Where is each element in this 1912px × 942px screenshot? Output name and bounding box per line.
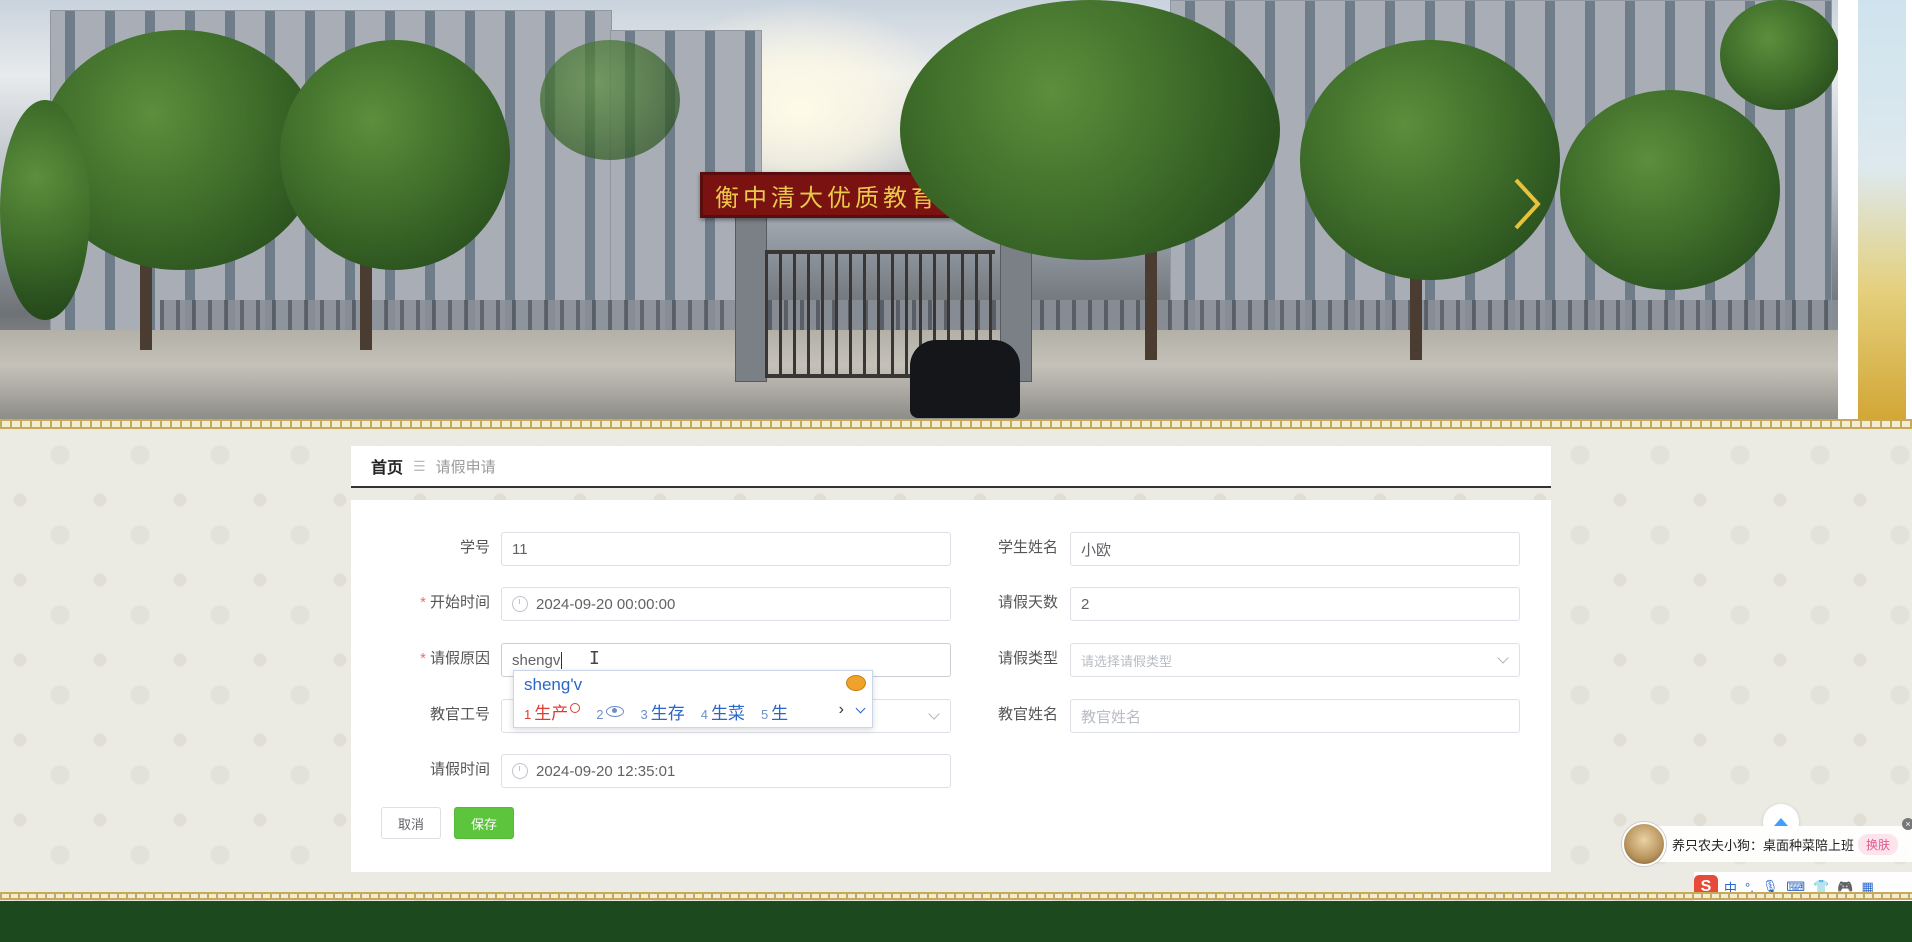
recommend-icon	[570, 703, 581, 713]
text-cursor-icon: I	[589, 648, 600, 669]
tree	[1720, 0, 1838, 110]
teacher-no-label: 教官工号	[429, 706, 490, 723]
breadcrumb-current: 请假申请	[435, 458, 496, 476]
breadcrumb: 首页 ☰ 请假申请	[351, 446, 1551, 488]
tree	[280, 40, 510, 270]
ime-candidate-popup[interactable]: sheng'v 1 生产 2 3 生存 4 生菜 5生 ›	[513, 670, 873, 728]
ime-composition: sheng'v	[524, 675, 583, 694]
leave-time-label: 请假时间	[429, 761, 490, 778]
banner-carousel: 衡中清大优质教育示范基地	[0, 0, 1838, 419]
breadcrumb-home[interactable]: 首页	[371, 454, 403, 478]
save-button[interactable]: 保存	[454, 807, 514, 839]
cancel-button[interactable]: 取消	[381, 807, 441, 839]
decorative-border-bottom	[0, 892, 1912, 900]
gate-post-left	[735, 210, 767, 382]
reason-label: * 请假原因	[420, 650, 490, 667]
close-icon[interactable]: ×	[1902, 818, 1912, 830]
teacher-name-input[interactable]: 教官姓名	[1070, 699, 1520, 733]
tree	[900, 0, 1280, 260]
ime-candidate-5[interactable]: 5生	[761, 699, 788, 724]
decorative-border-top	[0, 419, 1912, 429]
ticker-text[interactable]: 养只农夫小狗：桌面种菜陪上班	[1672, 835, 1854, 854]
leave-days-input[interactable]: 2	[1070, 587, 1520, 621]
leave-type-select[interactable]: 请选择请假类型	[1070, 643, 1520, 677]
ime-candidate-list: 1 生产 2 3 生存 4 生菜 5生	[524, 699, 804, 724]
student-name-label: 学生姓名	[997, 539, 1058, 556]
ime-candidate-2[interactable]: 2	[596, 704, 625, 724]
text-caret	[561, 651, 563, 669]
avatar	[1622, 822, 1666, 866]
chevron-down-icon	[1497, 652, 1509, 664]
clock-icon	[512, 596, 528, 612]
tree	[1300, 40, 1560, 280]
eye-emoji-icon	[606, 706, 625, 717]
footer	[0, 901, 1912, 942]
carousel-next-slide-preview	[1858, 0, 1906, 419]
tree	[540, 40, 680, 160]
start-time-picker[interactable]: 2024-09-20 00:00:00	[501, 587, 951, 621]
leave-days-label: 请假天数	[997, 594, 1058, 611]
breadcrumb-separator-icon: ☰	[413, 457, 426, 474]
teacher-name-label: 教官姓名	[997, 706, 1058, 723]
leave-type-label: 请假类型	[997, 650, 1058, 667]
arrow-up-icon	[1774, 818, 1788, 826]
student-name-input[interactable]: 小欧	[1070, 532, 1520, 566]
tree	[0, 100, 90, 320]
clock-icon	[512, 763, 528, 779]
student-no-input[interactable]: 11	[501, 532, 951, 566]
ime-next-page-icon[interactable]: ›	[839, 701, 844, 719]
start-time-label: * 开始时间	[420, 594, 490, 611]
tree	[1560, 90, 1780, 290]
change-skin-button[interactable]: 换肤	[1858, 833, 1899, 855]
car	[910, 340, 1020, 418]
student-no-label: 学号	[459, 539, 490, 556]
ime-expand-icon[interactable]	[855, 703, 866, 714]
carousel-next-arrow-icon[interactable]	[1508, 176, 1548, 232]
ime-candidate-1[interactable]: 1 生产	[524, 699, 581, 724]
ime-candidate-3[interactable]: 3 生存	[640, 699, 684, 724]
leave-time-picker[interactable]: 2024-09-20 12:35:01	[501, 754, 951, 788]
ime-skin-icon[interactable]	[846, 675, 866, 691]
ime-candidate-4[interactable]: 4 生菜	[701, 699, 745, 724]
ime-news-ticker[interactable]: 养只农夫小狗：桌面种菜陪上班 换肤 ×	[1622, 818, 1912, 866]
